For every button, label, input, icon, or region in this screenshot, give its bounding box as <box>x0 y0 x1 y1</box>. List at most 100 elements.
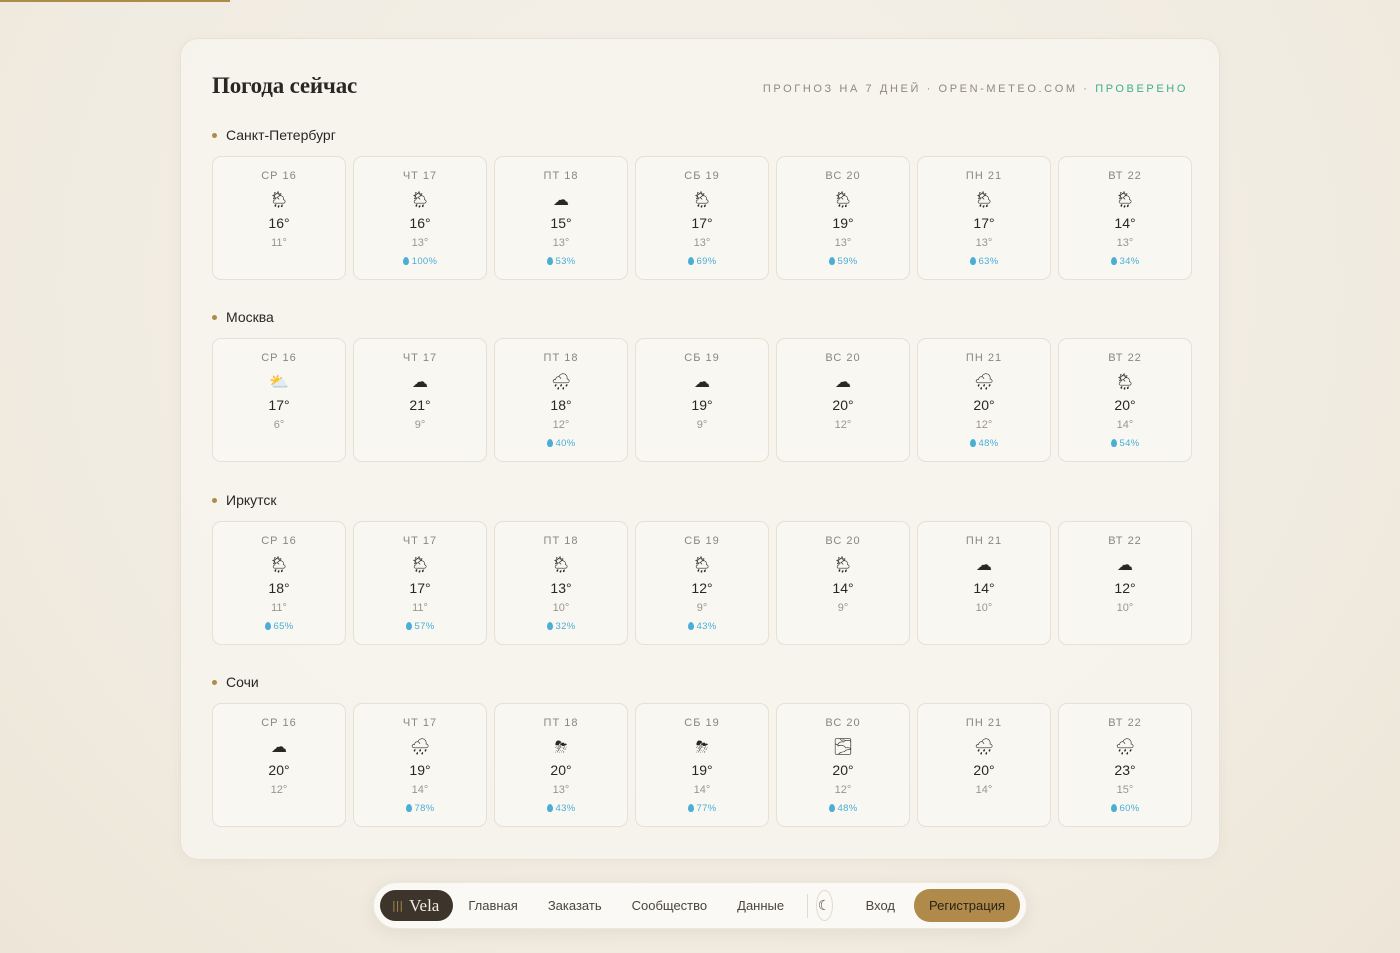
temp-high: 19° <box>691 762 713 778</box>
temp-low: 14° <box>693 784 711 796</box>
city-heading: Санкт-Петербург <box>212 127 1192 143</box>
day-card[interactable]: ЧТ 17 🌦 17° 11° 57% <box>353 521 487 645</box>
precip-value: 34% <box>1119 256 1140 267</box>
temp-high: 23° <box>1114 762 1136 778</box>
temp-high: 20° <box>973 397 995 413</box>
brand-name: Vela <box>409 895 440 915</box>
temp-high: 17° <box>691 215 713 231</box>
day-label: ВТ 22 <box>1108 717 1142 729</box>
rain-icon: 🌧 <box>973 372 995 391</box>
day-card[interactable]: ВТ 22 🌦 20° 14° 54% <box>1058 338 1192 462</box>
temp-low: 9° <box>414 419 426 431</box>
sun-rain-icon: 🌦 <box>832 555 854 574</box>
day-card[interactable]: СР 16 🌦 16° 11° <box>212 156 346 280</box>
temp-low: 14° <box>1116 419 1134 431</box>
day-label: СР 16 <box>261 717 297 729</box>
theme-toggle-button[interactable]: ☾ <box>815 890 833 921</box>
precip-value: 32% <box>555 621 576 632</box>
temp-high: 20° <box>973 762 995 778</box>
day-card[interactable]: ЧТ 17 🌦 16° 13° 100% <box>353 156 487 280</box>
day-card[interactable]: СБ 19 ⛈ 19° 14° 77% <box>635 703 769 827</box>
sun-rain-icon: 🌦 <box>1114 372 1136 391</box>
day-card[interactable]: ПН 21 ☁ 14° 10° <box>917 521 1051 645</box>
droplet-icon <box>546 257 553 265</box>
temp-high: 20° <box>832 397 854 413</box>
day-label: ПТ 18 <box>543 535 579 547</box>
day-card[interactable]: СБ 19 ☁ 19° 9° <box>635 338 769 462</box>
day-card[interactable]: СР 16 ☁ 20° 12° <box>212 703 346 827</box>
precip-chance: 48% <box>969 438 999 450</box>
day-label: ЧТ 17 <box>402 535 438 547</box>
brand-mark-icon: ||| <box>392 899 404 912</box>
day-label: ПТ 18 <box>543 352 579 364</box>
weather-card: Погода сейчас ПРОГНОЗ НА 7 ДНЕЙ · OPEN-M… <box>180 38 1220 860</box>
droplet-icon <box>546 804 553 812</box>
forecast-row: СР 16 ☁ 20° 12° ЧТ 17 🌧 19° 14° 78% ПТ 18 ⛈ 20° 13° 4… <box>212 703 1192 827</box>
day-card[interactable]: ВС 20 🌦 19° 13° 59% <box>776 156 910 280</box>
day-label: СБ 19 <box>684 535 720 547</box>
day-card[interactable]: ВС 20 🌫 20° 12° 48% <box>776 703 910 827</box>
day-card[interactable]: ПТ 18 🌧 18° 12° 40% <box>494 338 628 462</box>
day-card[interactable]: ПТ 18 ☁ 15° 13° 53% <box>494 156 628 280</box>
forecast-row: СР 16 ⛅ 17° 6° ЧТ 17 ☁ 21° 9° ПТ 18 🌧 18° 12° 40% СБ … <box>212 338 1192 462</box>
sun-rain-icon: 🌦 <box>973 190 995 209</box>
cloud-icon: ☁ <box>553 190 569 209</box>
droplet-icon <box>1110 257 1117 265</box>
day-card[interactable]: СБ 19 🌦 12° 9° 43% <box>635 521 769 645</box>
sun-rain-icon: 🌦 <box>409 190 431 209</box>
temp-high: 17° <box>268 397 290 413</box>
day-label: ВС 20 <box>825 535 861 547</box>
bullet-dot-icon <box>212 132 217 138</box>
cloud-icon: ☁ <box>976 555 992 574</box>
day-card[interactable]: ПН 21 🌧 20° 12° 48% <box>917 338 1051 462</box>
day-label: ВТ 22 <box>1108 170 1142 182</box>
precip-value: 65% <box>273 621 294 632</box>
precip-value: 43% <box>555 803 576 814</box>
day-label: ПТ 18 <box>543 717 579 729</box>
day-card[interactable]: ВС 20 ☁ 20° 12° <box>776 338 910 462</box>
day-label: ЧТ 17 <box>402 352 438 364</box>
temp-low: 12° <box>975 419 993 431</box>
nav-link-community[interactable]: Сообщество <box>617 890 723 921</box>
precip-chance: 100% <box>402 256 438 268</box>
temp-high: 14° <box>832 580 854 596</box>
day-card[interactable]: ВТ 22 ☁ 12° 10° <box>1058 521 1192 645</box>
temp-low: 14° <box>975 784 993 796</box>
day-label: ПН 21 <box>965 535 1003 547</box>
temp-high: 18° <box>268 580 290 596</box>
droplet-icon <box>969 439 976 447</box>
temp-high: 18° <box>550 397 572 413</box>
temp-high: 16° <box>409 215 431 231</box>
day-card[interactable]: СР 16 🌦 18° 11° 65% <box>212 521 346 645</box>
temp-low: 13° <box>411 237 429 249</box>
bullet-dot-icon <box>212 679 217 685</box>
day-card[interactable]: ВС 20 🌦 14° 9° <box>776 521 910 645</box>
precip-chance: 54% <box>1110 438 1140 450</box>
brand-logo-button[interactable]: ||| Vela <box>380 890 454 921</box>
login-link[interactable]: Вход <box>851 890 910 921</box>
temp-high: 17° <box>973 215 995 231</box>
temp-high: 20° <box>268 762 290 778</box>
nav-link-data[interactable]: Данные <box>722 890 799 921</box>
nav-link-home[interactable]: Главная <box>453 890 532 921</box>
day-card[interactable]: ЧТ 17 ☁ 21° 9° <box>353 338 487 462</box>
day-card[interactable]: СР 16 ⛅ 17° 6° <box>212 338 346 462</box>
day-label: СБ 19 <box>684 352 720 364</box>
day-card[interactable]: СБ 19 🌦 17° 13° 69% <box>635 156 769 280</box>
temp-low: 12° <box>834 419 852 431</box>
day-card[interactable]: ПТ 18 🌦 13° 10° 32% <box>494 521 628 645</box>
day-card[interactable]: ПТ 18 ⛈ 20° 13° 43% <box>494 703 628 827</box>
day-card[interactable]: ПН 21 🌧 20° 14° <box>917 703 1051 827</box>
day-card[interactable]: ВТ 22 🌦 14° 13° 34% <box>1058 156 1192 280</box>
day-card[interactable]: ПН 21 🌦 17° 13° 63% <box>917 156 1051 280</box>
day-card[interactable]: ЧТ 17 🌧 19° 14° 78% <box>353 703 487 827</box>
nav-link-order[interactable]: Заказать <box>533 890 617 921</box>
precip-value: 78% <box>414 803 435 814</box>
temp-low: 13° <box>975 237 993 249</box>
temp-high: 16° <box>268 215 290 231</box>
day-card[interactable]: ВТ 22 🌧 23° 15° 60% <box>1058 703 1192 827</box>
day-label: СБ 19 <box>684 717 720 729</box>
register-button[interactable]: Регистрация <box>914 889 1020 922</box>
day-label: СР 16 <box>261 352 297 364</box>
cloud-icon: ☁ <box>694 372 710 391</box>
